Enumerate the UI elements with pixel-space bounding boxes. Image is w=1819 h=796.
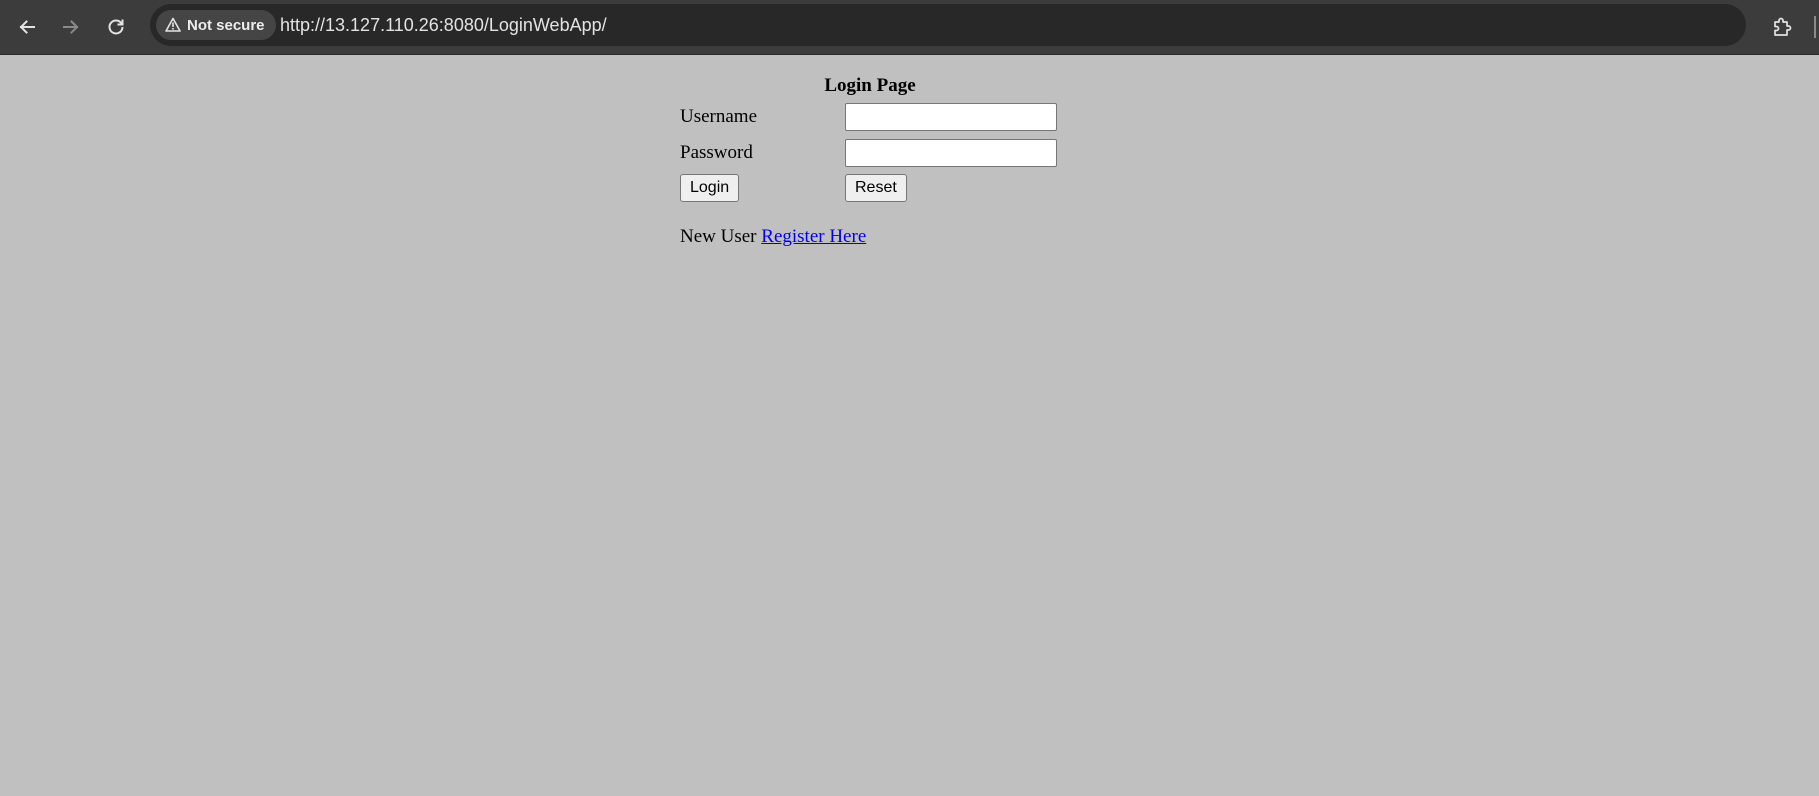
register-line: New User Register Here [680,226,866,248]
username-input[interactable] [845,103,1057,131]
new-user-text: New User [680,226,757,247]
username-label: Username [680,106,758,127]
back-button[interactable] [9,9,45,45]
extensions-button[interactable] [1764,9,1800,45]
login-form: Login Page Username Password Login Reset… [680,71,1070,271]
browser-toolbar: Not secure http://13.127.110.26:8080/Log… [0,0,1819,55]
toolbar-edge-divider [1814,16,1816,38]
page-title: Login Page [824,75,916,96]
security-label: Not secure [187,16,265,34]
warning-triangle-icon [165,17,181,32]
reload-button[interactable] [98,9,134,45]
password-input[interactable] [845,139,1057,167]
password-label: Password [680,142,753,163]
register-link[interactable]: Register Here [761,226,866,247]
forward-button[interactable] [53,9,89,45]
puzzle-piece-icon [1774,17,1792,36]
arrow-left-icon [19,20,35,34]
reload-icon [108,19,124,35]
arrow-right-icon [63,20,79,34]
page-content: Login Page Username Password Login Reset… [0,55,1819,796]
security-chip[interactable]: Not secure [156,10,276,40]
url-text[interactable]: http://13.127.110.26:8080/LoginWebApp/ [280,4,607,46]
reset-button[interactable]: Reset [845,174,907,202]
login-button[interactable]: Login [680,174,740,202]
address-bar[interactable]: Not secure http://13.127.110.26:8080/Log… [150,4,1746,46]
